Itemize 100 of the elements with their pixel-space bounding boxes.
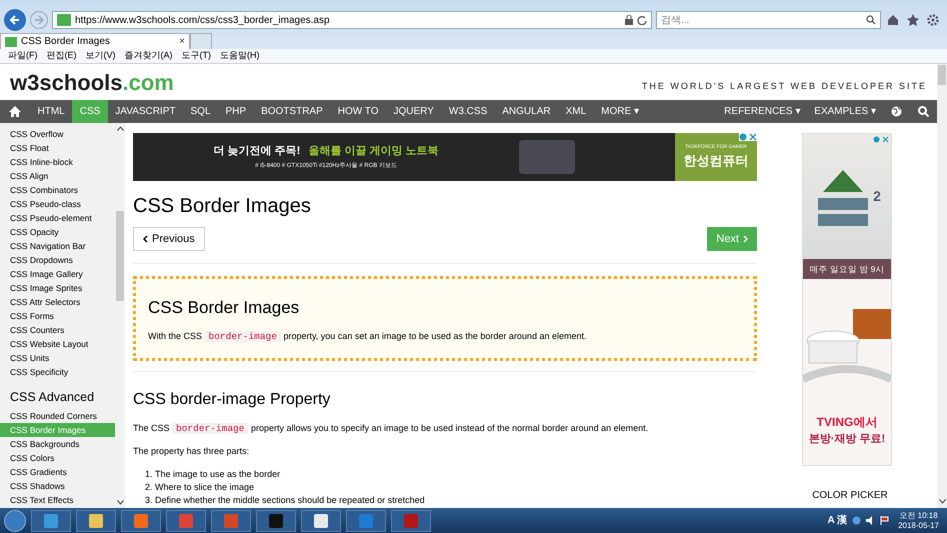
scrollbar-thumb[interactable] (938, 65, 946, 85)
lock-icon (625, 15, 633, 25)
sidebar-link[interactable]: CSS Overflow (0, 127, 115, 141)
sidebar-link[interactable]: CSS Backgrounds (0, 436, 115, 451)
taskbar-app-button[interactable] (76, 510, 116, 532)
ad-headline: 더 늦기전에 주목! (214, 144, 300, 160)
list-item: Where to slice the image (155, 480, 254, 494)
section-text: The CSS border-image property allows you to specify an image to be used instead of the normal border around an element. (133, 422, 650, 436)
tab-title: CSS Border Images (21, 35, 111, 49)
sidebar-link[interactable]: CSS Units (0, 351, 115, 365)
sidebar-link[interactable]: CSS Opacity (0, 225, 115, 239)
address-bar[interactable]: https://www.w3schools.com/css/css3_border_images.asp (52, 11, 652, 29)
nav-link[interactable]: SQL (183, 100, 218, 123)
list-item: The image to use as the border (155, 468, 280, 480)
clock[interactable]: 오전 10:18 2018-05-17 (898, 510, 939, 530)
search-icon (918, 106, 929, 117)
nav-link[interactable]: JAVASCRIPT (108, 100, 183, 123)
ad-subline: 올해를 이끌 게이밍 노트북 (308, 144, 438, 160)
sidebar-heading: CSS Advanced (9, 389, 96, 406)
nav-link[interactable]: HOW TO (330, 100, 386, 123)
sidebar-link[interactable]: CSS Image Gallery (0, 267, 115, 281)
laptop-picture (519, 140, 575, 174)
star-icon (907, 14, 919, 26)
home-icon (887, 14, 899, 26)
nav-link[interactable]: ANGULAR (494, 100, 558, 123)
sidebar-link[interactable]: CSS Attr Selectors (0, 295, 115, 309)
forward-button[interactable] (30, 11, 48, 29)
ad-info-icon (873, 136, 889, 143)
menu-item[interactable]: 도움말(H) (220, 49, 260, 63)
forward-arrow-icon (34, 15, 44, 25)
ad-text: TVING에서 (816, 414, 878, 430)
browser-tab[interactable]: CSS Border Images × (0, 33, 190, 49)
nav-link[interactable]: BOOTSTRAP (254, 100, 330, 123)
sidebar-link[interactable]: CSS Inline-block (0, 155, 115, 169)
sidebar-link[interactable]: CSS Specificity (0, 365, 115, 379)
ad-text: 본방·재방 무료! (808, 432, 886, 446)
site-tagline: THE WORLD'S LARGEST WEB DEVELOPER SITE (642, 80, 927, 92)
intro-text: With the CSS border-image property, you can set an image to be used as the border around an element. (148, 330, 588, 344)
nav-link[interactable]: REFERENCES ▾ (717, 104, 808, 119)
sidebar-link[interactable]: CSS Colors (0, 450, 115, 465)
parts-intro: The property has three parts: (133, 445, 250, 458)
site-favicon-icon (57, 14, 71, 26)
list-item: Define whether the middle sections should be repeated or stretched (155, 494, 425, 506)
sidebar-link[interactable]: CSS Website Layout (0, 337, 115, 351)
sidebar-link[interactable]: CSS Gradients (0, 464, 115, 479)
sidebar-link[interactable]: CSS Shadows (0, 478, 115, 493)
side-ad[interactable]: 2 매주 일요일 밤 9시 TVING에서 본방·재방 무료! (802, 133, 892, 466)
menu-item[interactable]: 편집(E) (46, 49, 76, 63)
list-number: 2. (145, 480, 154, 494)
sidebar-link[interactable]: CSS Float (0, 141, 115, 155)
sidebar-link[interactable]: CSS Image Sprites (0, 281, 115, 295)
nav-link[interactable]: XML (558, 100, 594, 123)
sidebar-link[interactable]: CSS Pseudo-element (0, 211, 115, 225)
menu-item[interactable]: 보기(V) (86, 49, 116, 63)
search-input[interactable]: 검색... (661, 12, 866, 28)
settings-icon (927, 14, 939, 26)
section-title: CSS border-image Property (133, 390, 332, 410)
new-tab-button[interactable] (190, 33, 212, 49)
sidebar-link[interactable]: CSS Combinators (0, 183, 115, 197)
sidebar-link[interactable]: CSS Navigation Bar (0, 239, 115, 253)
nav-link[interactable]: PHP (218, 100, 254, 123)
ime-indicator[interactable]: A 漢 (827, 513, 848, 528)
nav-link[interactable]: W3.CSS (441, 100, 495, 123)
taskbar-app-button[interactable] (256, 510, 296, 532)
flag-icon (880, 516, 890, 525)
chevron-down-icon (938, 499, 946, 504)
sidebar-scrollbar[interactable] (115, 123, 125, 508)
back-button[interactable] (4, 9, 26, 31)
start-button[interactable] (4, 510, 26, 532)
sidebar-link[interactable]: CSS Text Effects (0, 492, 115, 507)
sidebar-link[interactable]: CSS Dropdowns (0, 253, 115, 267)
search-field[interactable]: 검색... (656, 11, 881, 29)
nav-link[interactable]: JQUERY (386, 100, 442, 123)
ad-info-icon (739, 133, 757, 141)
scrollbar-thumb[interactable] (116, 210, 124, 300)
nav-link[interactable]: MORE ▾ (594, 100, 646, 123)
tab-close-button[interactable]: × (179, 34, 185, 49)
ad-number: 2 (873, 187, 881, 206)
sidebar-link[interactable]: CSS Align (0, 169, 115, 183)
menu-item[interactable]: 도구(T) (182, 49, 211, 63)
home-icon (9, 106, 21, 117)
site-logo[interactable]: w3schools.com (10, 72, 174, 94)
address-text: https://www.w3schools.com/css/css3_border_images.asp (75, 14, 331, 28)
list-number: 1. (145, 468, 154, 480)
sidebar-link[interactable]: CSS Rounded Corners (0, 408, 115, 423)
sidebar-link[interactable]: CSS Forms (0, 309, 115, 323)
sidebar-link[interactable]: CSS Pseudo-class (0, 197, 115, 211)
sidebar-link[interactable]: CSS Counters (0, 323, 115, 337)
nav-link[interactable]: HTML (30, 100, 72, 123)
ad-tagline: 매주 일요일 밤 9시 (803, 259, 891, 279)
search-icon (866, 15, 876, 25)
page-scrollbar[interactable] (937, 64, 947, 508)
list-number: 3. (145, 494, 154, 506)
taskbar-app-button[interactable] (301, 510, 341, 532)
site-favicon-icon (5, 36, 17, 46)
menu-item[interactable]: 파일(F) (8, 49, 38, 63)
back-arrow-icon (9, 14, 21, 26)
previous-button[interactable]: Previous (133, 227, 205, 251)
nav-link[interactable]: EXAMPLES ▾ (807, 104, 883, 119)
menu-item[interactable]: 즐겨찾기(A) (124, 49, 172, 63)
